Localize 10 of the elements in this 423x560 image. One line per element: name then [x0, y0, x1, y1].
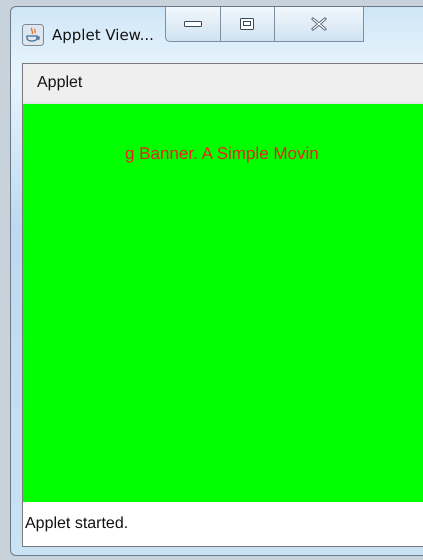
minimize-icon	[184, 21, 202, 27]
maximize-button[interactable]	[220, 7, 275, 42]
maximize-icon	[240, 18, 254, 30]
minimize-button[interactable]	[164, 7, 221, 42]
close-icon	[310, 17, 328, 31]
banner-text: g Banner. A Simple Movin	[125, 144, 319, 163]
status-text: Applet started.	[25, 515, 128, 533]
window-title: Applet View...	[52, 26, 154, 44]
java-cup-icon	[22, 24, 44, 46]
menu-item[interactable]: Applet	[23, 74, 96, 92]
